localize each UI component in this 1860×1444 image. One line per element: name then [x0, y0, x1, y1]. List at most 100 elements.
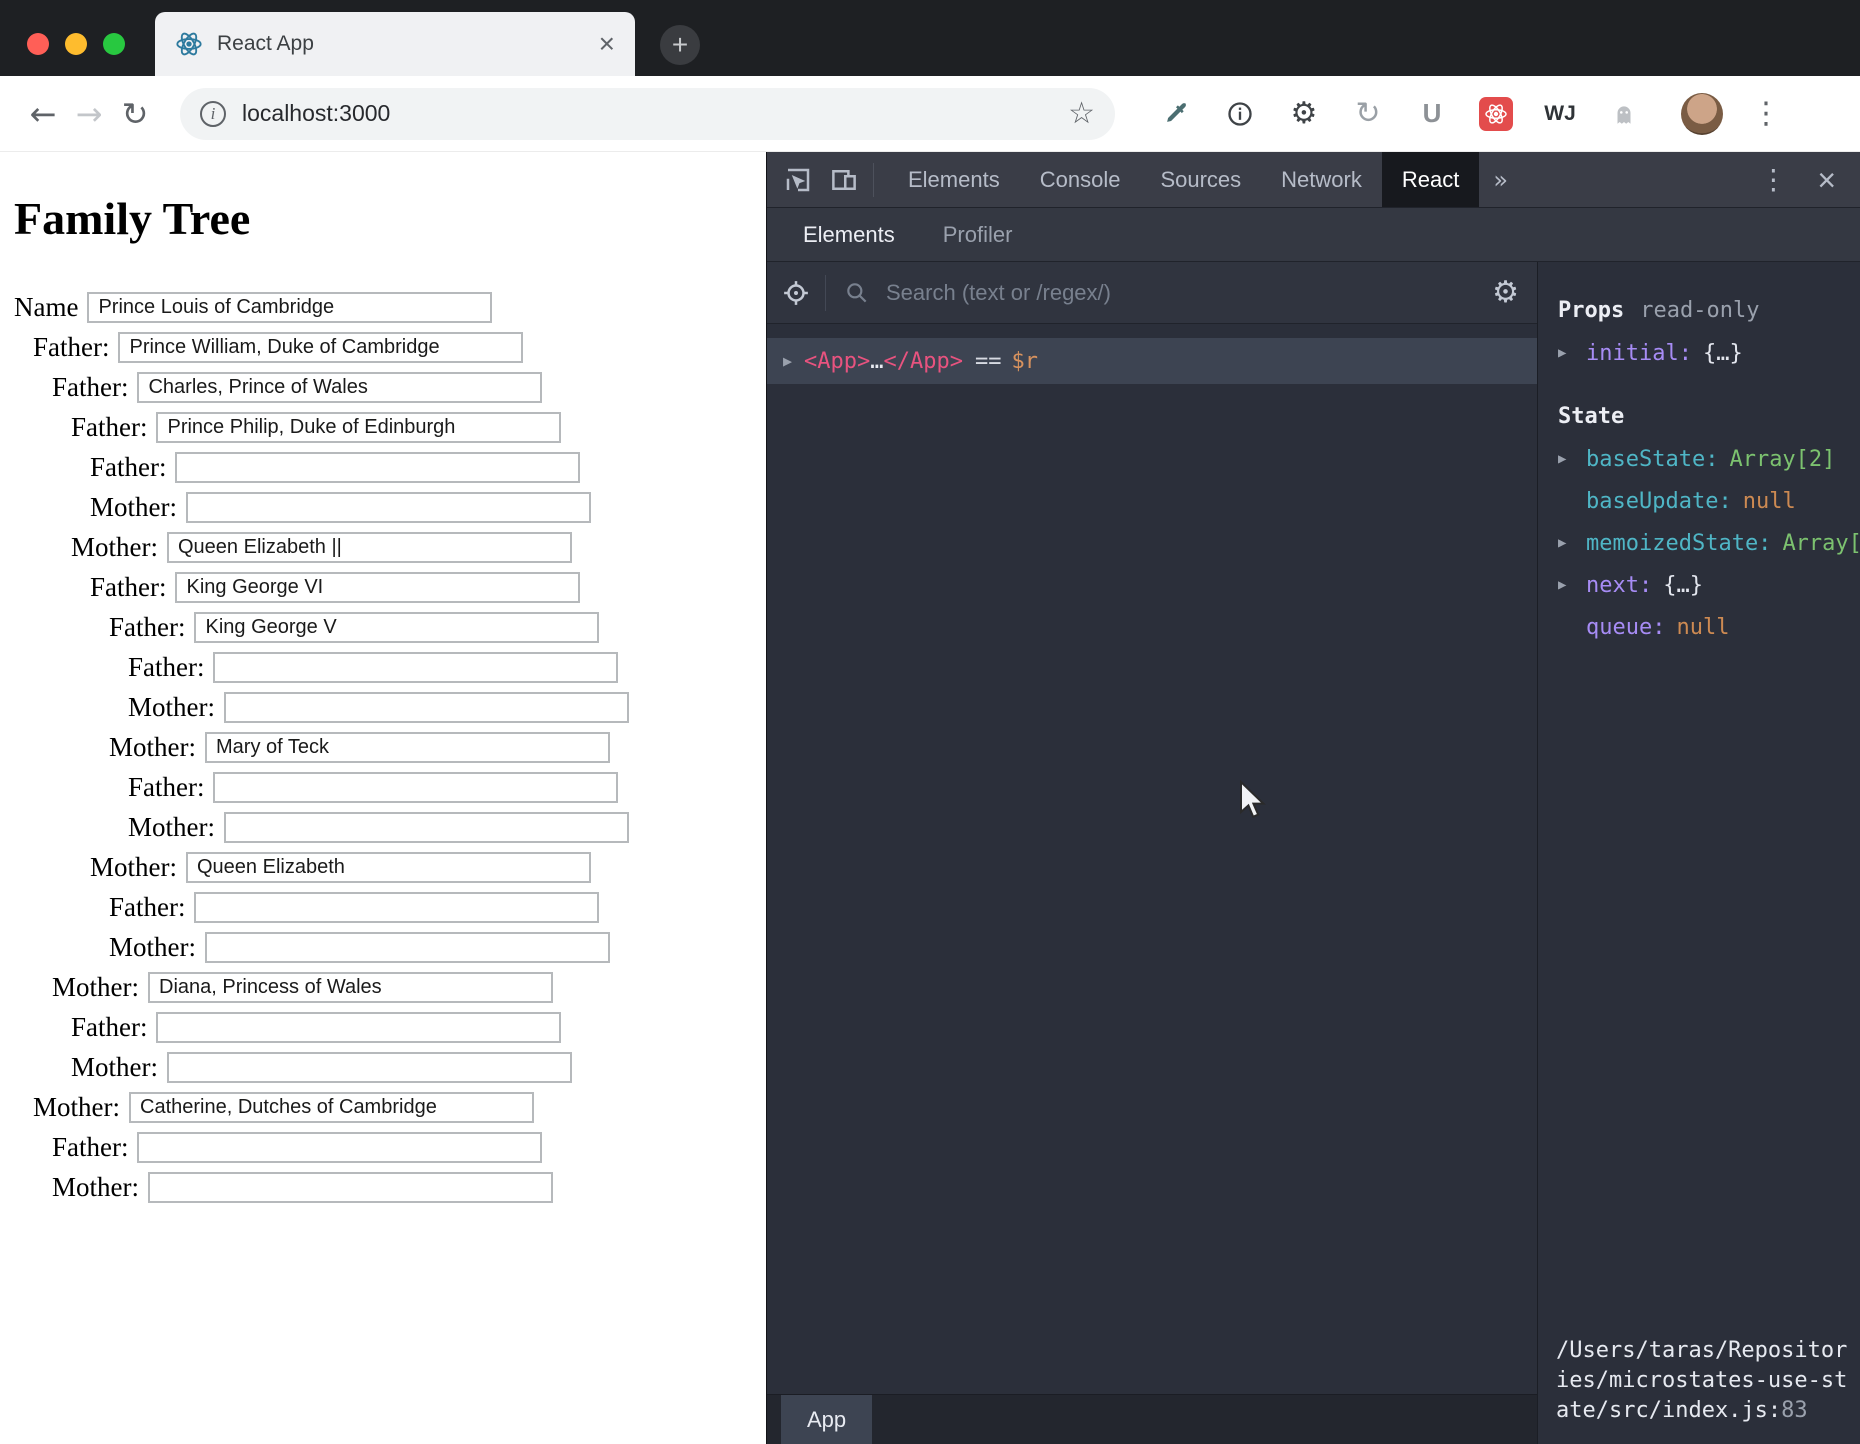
- eyedropper-extension-icon[interactable]: [1159, 97, 1193, 131]
- browser-menu-button[interactable]: ⋮: [1751, 96, 1781, 131]
- more-tabs-icon[interactable]: »: [1493, 166, 1508, 194]
- father-name-input[interactable]: [118, 332, 523, 363]
- devtools-menu-icon[interactable]: ⋮: [1759, 163, 1787, 196]
- prop-row-next[interactable]: ▶next:{…}: [1538, 564, 1860, 606]
- minimize-window-button[interactable]: [65, 33, 87, 55]
- close-tab-icon[interactable]: ×: [599, 30, 615, 58]
- father-name-input[interactable]: [213, 772, 618, 803]
- mother-name-input[interactable]: [167, 1052, 572, 1083]
- relation-label: Mother:: [33, 1092, 120, 1123]
- gear-extension-icon[interactable]: ⚙: [1287, 97, 1321, 131]
- address-bar[interactable]: i localhost:3000 ☆: [180, 88, 1115, 140]
- father-name-input[interactable]: [137, 372, 542, 403]
- relation-label: Father:: [52, 1132, 128, 1163]
- mother-name-input[interactable]: [224, 812, 629, 843]
- devtools-main-toolbar: ElementsConsoleSourcesNetworkReact » ⋮ ×: [767, 152, 1860, 208]
- page-title: Family Tree: [14, 192, 766, 245]
- father-name-input[interactable]: [156, 1012, 561, 1043]
- disclosure-icon[interactable]: ▶: [1558, 345, 1586, 361]
- family-tree-row: Mother:: [0, 1051, 766, 1083]
- site-info-icon[interactable]: i: [200, 101, 226, 127]
- settings-gear-icon[interactable]: ⚙: [1492, 275, 1519, 310]
- u-extension-icon[interactable]: U: [1415, 97, 1449, 131]
- mother-name-input[interactable]: [167, 532, 572, 563]
- info-extension-icon[interactable]: [1223, 97, 1257, 131]
- prop-value: {…}: [1663, 573, 1703, 598]
- family-tree-row: Father:: [0, 571, 766, 603]
- wj-extension-icon[interactable]: WJ: [1543, 97, 1577, 131]
- browser-tab[interactable]: React App ×: [155, 12, 635, 76]
- inspect-react-element-icon[interactable]: [767, 278, 825, 308]
- devtools-tab-network[interactable]: Network: [1261, 152, 1382, 207]
- tab-strip: React App × +: [0, 0, 1860, 76]
- father-name-input[interactable]: [175, 452, 580, 483]
- family-tree-row: Mother:: [0, 491, 766, 523]
- relation-label: Mother:: [52, 972, 139, 1003]
- forward-button[interactable]: →: [66, 95, 112, 133]
- prop-row-memoizedState[interactable]: ▶memoizedState:Array[2]: [1538, 522, 1860, 564]
- relation-label: Father:: [33, 332, 109, 363]
- new-tab-button[interactable]: +: [660, 25, 700, 65]
- family-tree-row: Mother:: [0, 531, 766, 563]
- component-tree-row-app[interactable]: ▶ <App> … </App> == $r: [767, 338, 1537, 384]
- prop-key: queue:: [1586, 615, 1665, 640]
- device-toolbar-icon[interactable]: [829, 165, 859, 195]
- bookmark-star-icon[interactable]: ☆: [1068, 96, 1095, 131]
- father-name-input[interactable]: [194, 892, 599, 923]
- breadcrumb-app[interactable]: App: [781, 1395, 872, 1444]
- component-tree: ▶ <App> … </App> == $r: [767, 324, 1537, 1394]
- source-location-link[interactable]: /Users/taras/Repositories/microstates-us…: [1556, 1336, 1856, 1426]
- father-name-input[interactable]: [175, 572, 580, 603]
- family-tree-row: Mother:: [0, 971, 766, 1003]
- mother-name-input[interactable]: [205, 932, 610, 963]
- devtools-tab-elements[interactable]: Elements: [888, 152, 1020, 207]
- devtools-tab-react[interactable]: React: [1382, 152, 1479, 207]
- disclosure-icon[interactable]: ▶: [1558, 451, 1586, 467]
- react-devtools-subtab-profiler[interactable]: Profiler: [919, 208, 1037, 261]
- relation-label: Father:: [128, 772, 204, 803]
- close-window-button[interactable]: [27, 33, 49, 55]
- props-state-pane: Props read-only ▶initial:{…} State ▶base…: [1538, 262, 1860, 1444]
- react-devtools-subtab-elements[interactable]: Elements: [779, 208, 919, 261]
- mother-name-input[interactable]: [224, 692, 629, 723]
- search-input[interactable]: [884, 279, 1474, 307]
- refresh-extension-icon[interactable]: ↻: [1351, 97, 1385, 131]
- disclosure-icon[interactable]: ▶: [1558, 535, 1586, 551]
- family-tree-row: Mother:: [0, 1091, 766, 1123]
- react-devtools-extension-icon[interactable]: [1479, 97, 1513, 131]
- zoom-window-button[interactable]: [103, 33, 125, 55]
- father-name-input[interactable]: [194, 612, 599, 643]
- disclosure-icon[interactable]: ▶: [783, 352, 792, 370]
- mother-name-input[interactable]: [205, 732, 610, 763]
- prop-row-initial[interactable]: ▶initial:{…}: [1538, 332, 1860, 374]
- mother-name-input[interactable]: [129, 1092, 534, 1123]
- family-tree-page: Family Tree NameFather:Father:Father:Fat…: [0, 152, 766, 1444]
- family-tree-form: NameFather:Father:Father:Father:Mother:M…: [0, 291, 766, 1203]
- father-name-input[interactable]: [137, 1132, 542, 1163]
- component-tree-pane: ⚙ ▶ <App> … </App> == $r App: [767, 262, 1538, 1444]
- father-name-input[interactable]: [156, 412, 561, 443]
- react-favicon-icon: [175, 30, 203, 58]
- mother-name-input[interactable]: [148, 1172, 553, 1203]
- profile-avatar[interactable]: [1681, 93, 1723, 135]
- devtools-tab-sources[interactable]: Sources: [1140, 152, 1261, 207]
- inspect-element-icon[interactable]: [783, 165, 813, 195]
- mother-name-input[interactable]: [148, 972, 553, 1003]
- reload-button[interactable]: ↻: [112, 95, 158, 133]
- disclosure-icon[interactable]: ▶: [1558, 577, 1586, 593]
- mouse-cursor: [1238, 780, 1272, 820]
- mother-name-input[interactable]: [186, 852, 591, 883]
- relation-label: Mother:: [52, 1172, 139, 1203]
- browser-toolbar: ← → ↻ i localhost:3000 ☆ ⚙ ↻ U: [0, 76, 1860, 152]
- mother-name-input[interactable]: [186, 492, 591, 523]
- father-name-input[interactable]: [213, 652, 618, 683]
- family-tree-row: Father:: [0, 651, 766, 683]
- search-icon: [844, 280, 870, 306]
- name-input[interactable]: [87, 292, 492, 323]
- back-button[interactable]: ←: [20, 95, 66, 133]
- prop-row-baseState[interactable]: ▶baseState:Array[2]: [1538, 438, 1860, 480]
- ghost-extension-icon[interactable]: [1607, 97, 1641, 131]
- react-devtools-subtabs: ElementsProfiler: [767, 208, 1860, 262]
- devtools-close-icon[interactable]: ×: [1817, 164, 1836, 196]
- devtools-tab-console[interactable]: Console: [1020, 152, 1141, 207]
